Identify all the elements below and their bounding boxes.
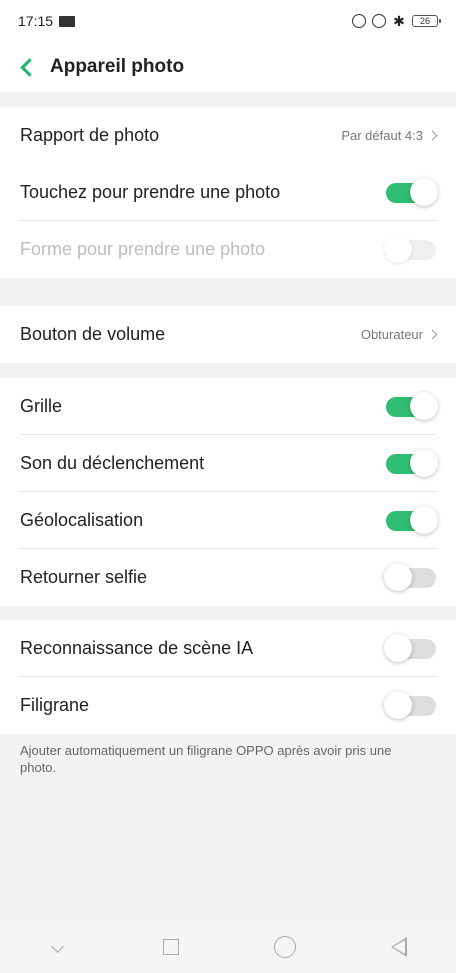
status-right: ✱ 26 — [352, 13, 441, 29]
row-label: Rapport de photo — [20, 125, 160, 145]
row-label: Forme pour prendre une photo — [20, 239, 266, 259]
row-reconnaissance-scene: Reconnaissance de scène IA — [0, 620, 456, 677]
status-bar: 17:15 ✱ 26 — [0, 0, 456, 42]
chevron-down-icon — [50, 940, 64, 953]
battery-level: 26 — [419, 16, 430, 26]
shutter-sound-switch[interactable] — [386, 448, 438, 477]
page-title: Appareil photo — [50, 56, 185, 77]
switch-knob — [410, 391, 438, 420]
bluetooth-icon: ✱ — [393, 13, 405, 29]
row-label: Son du déclenchement — [20, 453, 205, 473]
ai-scene-switch[interactable] — [384, 633, 436, 662]
watermark-description: Ajouter automatiquement un filigrane OPP… — [20, 743, 392, 775]
back-arrow-icon — [19, 57, 39, 77]
geolocation-switch[interactable] — [386, 505, 438, 534]
switch-knob — [410, 505, 438, 534]
section-volume: Bouton de volume Obturateur — [0, 306, 456, 363]
circle-icon — [274, 935, 296, 958]
chevron-right-icon — [427, 130, 438, 141]
status-left: 17:15 — [18, 13, 76, 29]
row-value: Par défaut 4:3 — [341, 128, 438, 143]
battery-icon: 26 — [412, 15, 441, 27]
gesture-capture-switch[interactable] — [384, 234, 436, 263]
switch-knob — [384, 234, 412, 263]
switch-knob — [384, 690, 412, 719]
nav-back-button[interactable] — [379, 927, 419, 967]
back-button[interactable] — [16, 56, 39, 78]
row-label: Touchez pour prendre une photo — [20, 182, 281, 202]
nav-recents-button[interactable] — [151, 927, 191, 967]
status-time: 17:15 — [18, 13, 54, 29]
row-value: Obturateur — [360, 327, 438, 342]
row-grille: Grille — [0, 378, 456, 435]
row-filigrane: Filigrane — [0, 677, 456, 734]
row-retourner-selfie: Retourner selfie — [0, 549, 456, 606]
watermark-switch[interactable] — [384, 690, 436, 719]
nav-hide-button[interactable] — [37, 927, 77, 967]
section-ai: Reconnaissance de scène IA Filigrane — [0, 620, 456, 734]
hotspot-icon — [372, 14, 386, 28]
row-label: Géolocalisation — [20, 510, 144, 530]
square-icon — [163, 938, 179, 955]
touch-capture-switch[interactable] — [386, 177, 438, 206]
row-label: Retourner selfie — [20, 567, 148, 587]
chevron-right-icon — [427, 329, 438, 340]
section-general: Grille Son du déclenchement Géolocalisat… — [0, 378, 456, 606]
switch-knob — [384, 562, 412, 591]
switch-knob — [384, 633, 412, 662]
row-geolocalisation: Géolocalisation — [0, 492, 456, 549]
data-saver-icon — [352, 14, 366, 28]
section-photo: Rapport de photo Par défaut 4:3 Touchez … — [0, 107, 456, 278]
mirror-selfie-switch[interactable] — [384, 562, 436, 591]
row-label: Reconnaissance de scène IA — [20, 638, 254, 658]
row-son: Son du déclenchement — [0, 435, 456, 492]
row-bouton-volume[interactable]: Bouton de volume Obturateur — [0, 306, 456, 363]
row-forme-photo: Forme pour prendre une photo — [0, 221, 456, 278]
switch-knob — [410, 448, 438, 477]
system-nav-bar — [0, 920, 456, 973]
row-touchez-photo: Touchez pour prendre une photo — [0, 164, 456, 221]
row-label: Bouton de volume — [20, 324, 166, 344]
nav-home-button[interactable] — [265, 927, 305, 967]
row-value-text: Par défaut 4:3 — [341, 128, 423, 143]
grid-switch[interactable] — [386, 391, 438, 420]
row-label: Grille — [20, 396, 63, 416]
row-rapport-de-photo[interactable]: Rapport de photo Par défaut 4:3 — [0, 107, 456, 164]
mail-icon — [59, 15, 76, 27]
row-value-text: Obturateur — [360, 327, 423, 342]
switch-knob — [410, 177, 438, 206]
row-label: Filigrane — [20, 695, 90, 715]
triangle-back-icon — [391, 936, 407, 957]
app-header: Appareil photo — [0, 42, 456, 92]
